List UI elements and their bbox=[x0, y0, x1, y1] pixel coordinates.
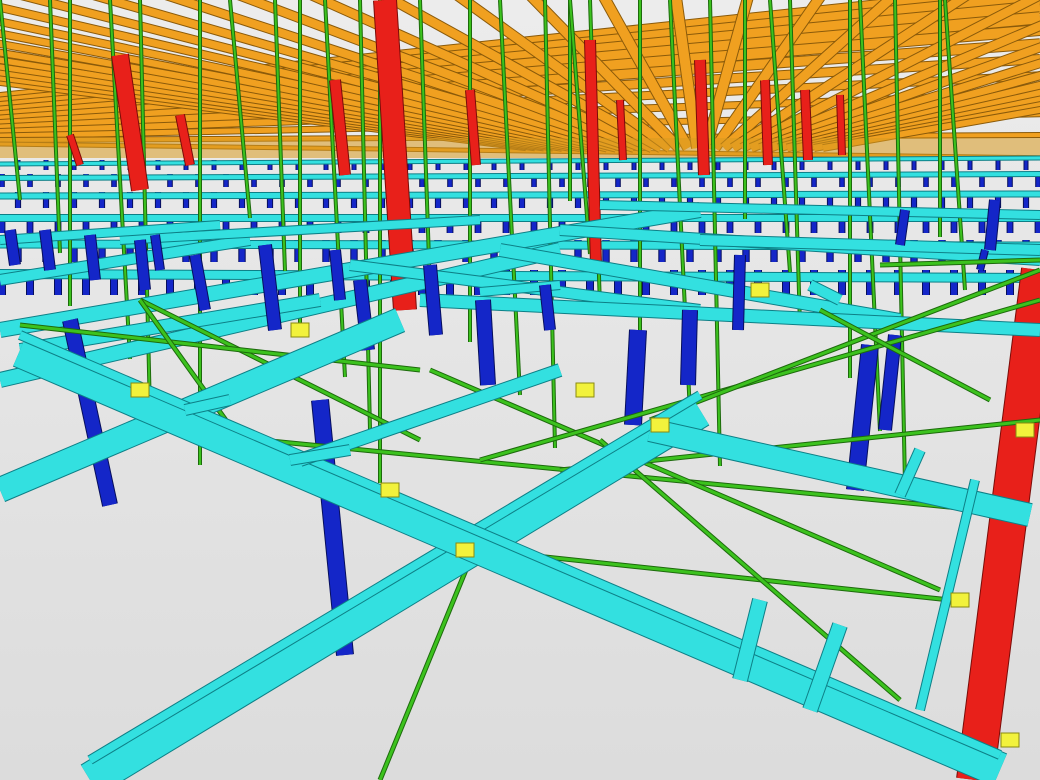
roof-edge-band bbox=[0, 138, 1040, 158]
platform-beam-face bbox=[0, 270, 1040, 282]
column-face bbox=[617, 99, 626, 161]
connection-plate bbox=[130, 382, 150, 398]
support-post-face bbox=[5, 229, 20, 266]
connection-plate bbox=[455, 542, 475, 558]
column-face bbox=[801, 89, 812, 161]
connection-plate bbox=[1000, 732, 1020, 748]
column-face bbox=[761, 79, 772, 166]
column-face bbox=[695, 59, 709, 176]
support-post-face bbox=[540, 284, 555, 331]
support-post-face bbox=[424, 264, 442, 336]
column-face bbox=[837, 94, 845, 156]
connection-plate bbox=[950, 592, 970, 608]
support-post-face bbox=[135, 239, 150, 291]
connection-plate bbox=[750, 282, 770, 298]
platform-beam-face bbox=[0, 191, 1040, 199]
structural-3d-model bbox=[0, 0, 1040, 780]
support-post-face bbox=[896, 209, 909, 246]
connection-plate bbox=[1015, 422, 1035, 438]
connection-plate bbox=[380, 482, 400, 498]
support-post-face bbox=[733, 254, 745, 331]
support-post-face bbox=[985, 199, 1000, 251]
model-viewport[interactable] bbox=[0, 0, 1040, 780]
connection-plate bbox=[290, 322, 310, 338]
support-post-face bbox=[151, 234, 164, 271]
support-post-face bbox=[476, 299, 495, 386]
support-post-face bbox=[681, 309, 697, 386]
support-post-face bbox=[40, 229, 55, 271]
connection-plate bbox=[650, 417, 670, 433]
connection-plate bbox=[575, 382, 595, 398]
support-post-face bbox=[330, 249, 345, 301]
support-post-face bbox=[85, 234, 100, 281]
support-post-face bbox=[625, 329, 646, 426]
